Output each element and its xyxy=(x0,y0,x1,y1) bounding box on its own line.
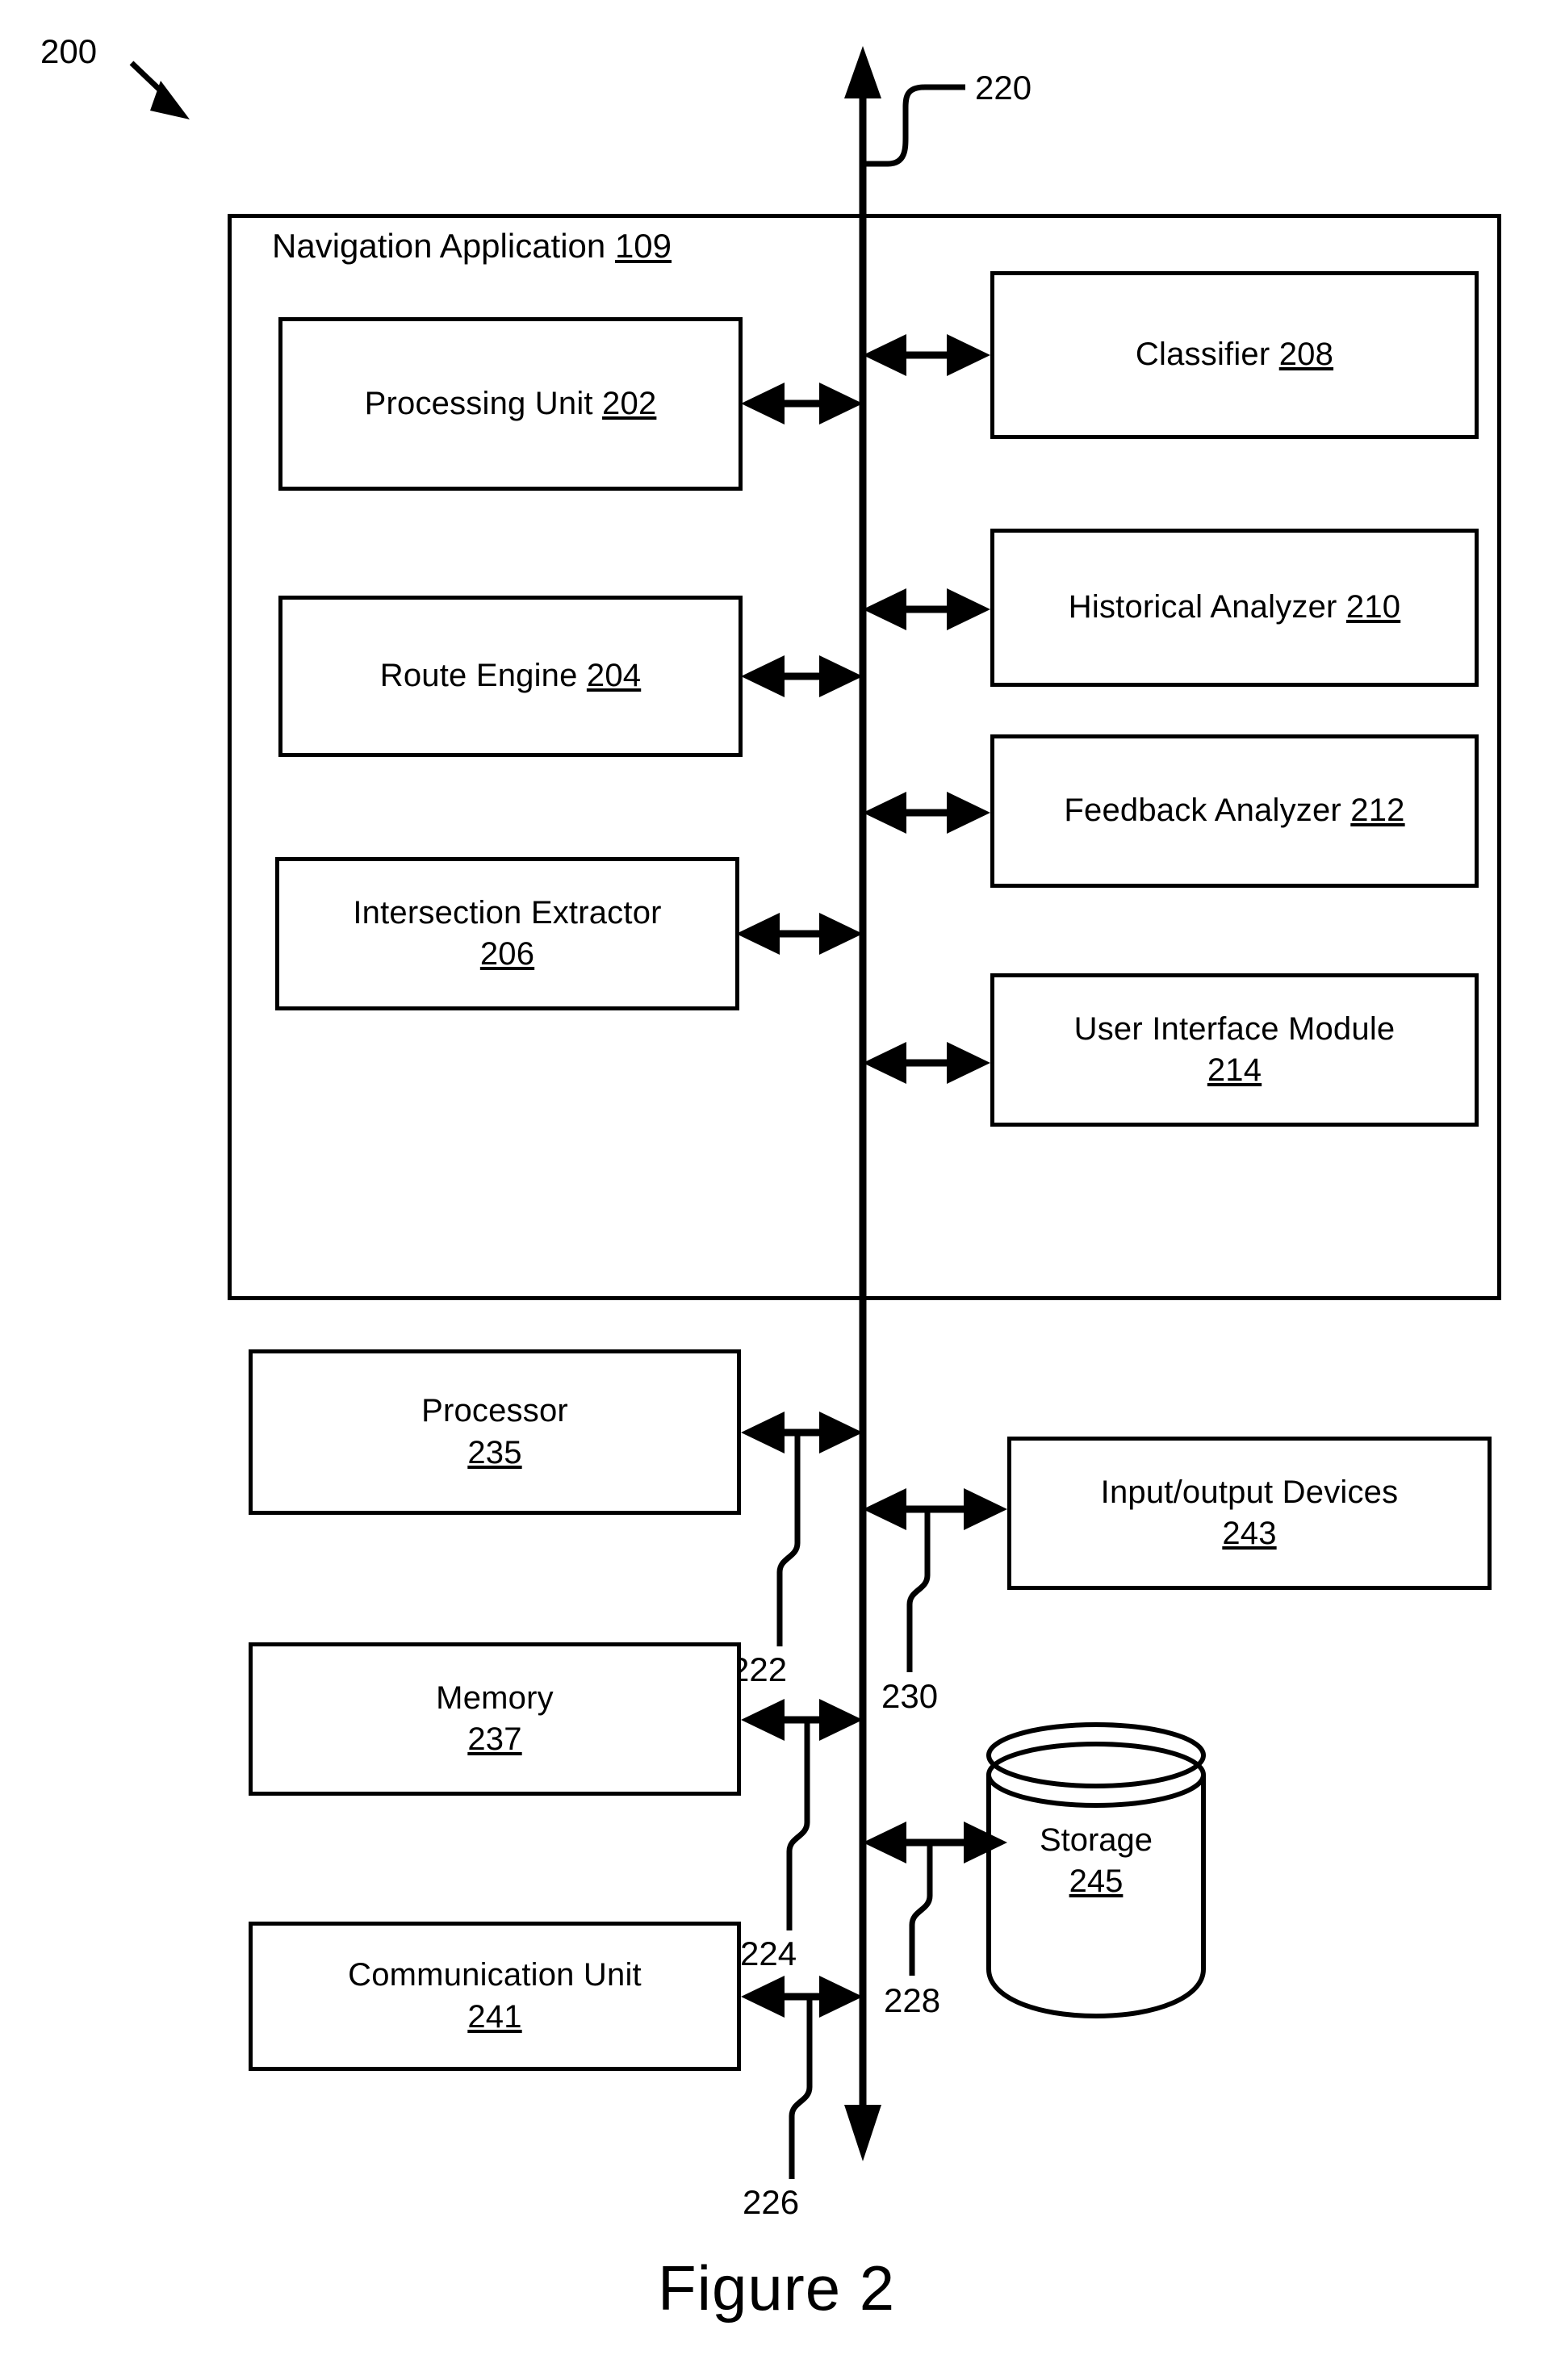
user-interface-module-ref: 214 xyxy=(1207,1052,1262,1088)
communication-unit-label: Communication Unit 241 xyxy=(340,1955,650,2037)
arrow-bus-io-devices xyxy=(863,1488,1007,1672)
memory-label: Memory 237 xyxy=(428,1678,562,1760)
navigation-application-title: Navigation Application 109 xyxy=(272,227,672,266)
intersection-extractor-label-text: Intersection Extractor xyxy=(353,894,662,931)
historical-analyzer-label-text: Historical Analyzer xyxy=(1068,589,1346,625)
route-engine-label: Route Engine 204 xyxy=(372,655,649,696)
user-interface-module-box[interactable]: User Interface Module 214 xyxy=(990,973,1479,1127)
arrow-bus-storage xyxy=(863,1822,1007,1976)
communication-unit-ref: 241 xyxy=(467,1998,522,2035)
classifier-label: Classifier 208 xyxy=(1128,334,1341,375)
arrow-memory-bus xyxy=(741,1699,863,1930)
communication-unit-box[interactable]: Communication Unit 241 xyxy=(249,1922,741,2071)
historical-analyzer-ref: 210 xyxy=(1345,589,1401,625)
figure-canvas: 200 220 Navigation Application 109 Proce… xyxy=(0,0,1565,2380)
input-output-devices-label: Input/output Devices 243 xyxy=(1093,1472,1407,1554)
bus-ref-224: 224 xyxy=(740,1935,797,1972)
processing-unit-label-text: Processing Unit xyxy=(364,385,603,421)
bus-ref-220: 220 xyxy=(975,69,1032,107)
processor-label-text: Processor xyxy=(421,1393,568,1429)
feedback-analyzer-label: Feedback Analyzer 212 xyxy=(1056,790,1412,831)
input-output-devices-label-text: Input/output Devices xyxy=(1100,1474,1399,1510)
feedback-analyzer-ref: 212 xyxy=(1350,793,1405,829)
arrow-communication-unit-bus xyxy=(741,1976,863,2179)
route-engine-ref: 204 xyxy=(586,658,642,694)
figure-ref-200: 200 xyxy=(40,32,98,70)
figure-ref-arrow xyxy=(129,61,190,119)
classifier-box[interactable]: Classifier 208 xyxy=(990,271,1479,439)
memory-label-text: Memory xyxy=(436,1679,554,1716)
bus-ref-230: 230 xyxy=(881,1677,939,1715)
intersection-extractor-box[interactable]: Intersection Extractor 206 xyxy=(275,857,739,1010)
storage-label-text: Storage xyxy=(1039,1822,1153,1858)
intersection-extractor-label: Intersection Extractor 206 xyxy=(345,893,669,975)
processor-ref: 235 xyxy=(467,1434,522,1470)
storage-ref: 245 xyxy=(1069,1863,1124,1900)
processing-unit-ref: 202 xyxy=(602,385,657,421)
storage-label: Storage 245 xyxy=(989,1820,1203,1902)
classifier-label-text: Classifier xyxy=(1135,337,1279,373)
input-output-devices-box[interactable]: Input/output Devices 243 xyxy=(1007,1437,1492,1590)
input-output-devices-ref: 243 xyxy=(1222,1516,1277,1551)
navigation-application-title-text: Navigation Application xyxy=(272,227,615,265)
figure-caption: Figure 2 xyxy=(658,2252,896,2324)
memory-box[interactable]: Memory 237 xyxy=(249,1642,741,1796)
route-engine-box[interactable]: Route Engine 204 xyxy=(278,596,743,757)
historical-analyzer-box[interactable]: Historical Analyzer 210 xyxy=(990,529,1479,687)
processing-unit-box[interactable]: Processing Unit 202 xyxy=(278,317,743,491)
feedback-analyzer-label-text: Feedback Analyzer xyxy=(1064,793,1351,829)
bus-ref-226: 226 xyxy=(743,2183,800,2221)
processor-box[interactable]: Processor 235 xyxy=(249,1349,741,1515)
route-engine-label-text: Route Engine xyxy=(379,658,587,694)
arrow-processor-bus xyxy=(741,1412,863,1646)
memory-ref: 237 xyxy=(467,1721,522,1757)
processing-unit-label: Processing Unit 202 xyxy=(357,383,665,425)
classifier-ref: 208 xyxy=(1278,337,1334,373)
processor-label: Processor 235 xyxy=(413,1391,576,1473)
navigation-application-ref: 109 xyxy=(614,227,672,265)
user-interface-module-label-text: User Interface Module xyxy=(1073,1010,1396,1047)
intersection-extractor-ref: 206 xyxy=(479,936,535,972)
communication-unit-label-text: Communication Unit xyxy=(348,1957,642,1993)
storage-box[interactable]: Storage 245 xyxy=(989,1820,1203,1902)
user-interface-module-label: User Interface Module 214 xyxy=(1066,1009,1404,1091)
historical-analyzer-label: Historical Analyzer 210 xyxy=(1061,587,1408,628)
bus-ref-228: 228 xyxy=(884,1981,941,2019)
feedback-analyzer-box[interactable]: Feedback Analyzer 212 xyxy=(990,734,1479,888)
